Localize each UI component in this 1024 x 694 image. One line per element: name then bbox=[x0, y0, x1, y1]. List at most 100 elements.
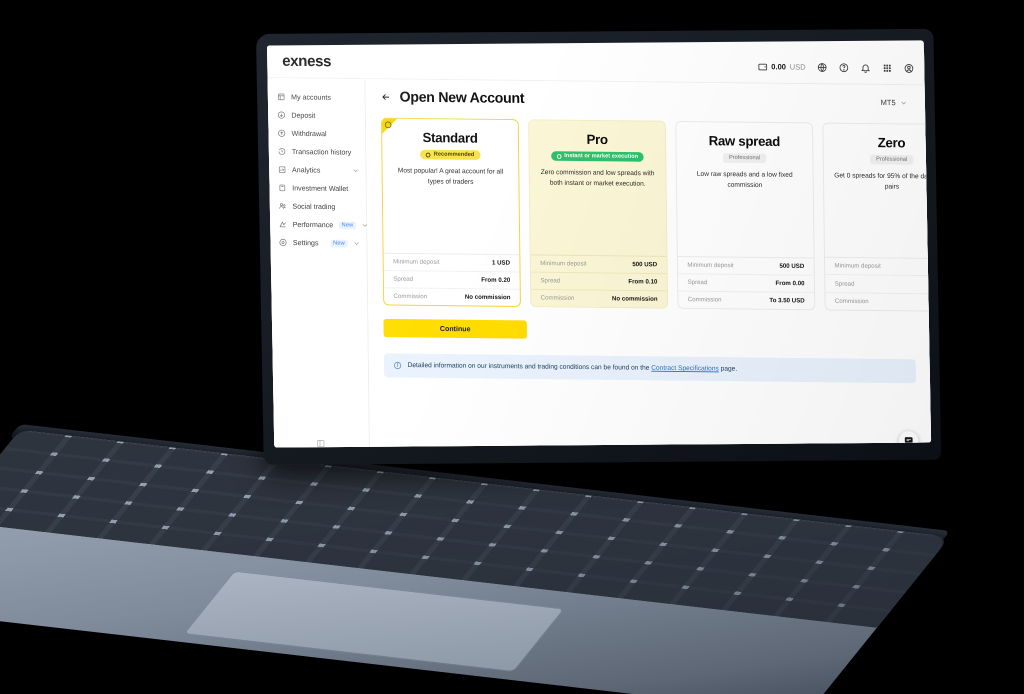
card-badge-label: Professional bbox=[876, 156, 908, 163]
platform-value: MT5 bbox=[880, 98, 896, 108]
account-card-pro[interactable]: Pro Instant or market execution Zero com… bbox=[528, 119, 669, 309]
deposit-icon bbox=[277, 111, 286, 120]
sidebar-item-withdrawal[interactable]: Withdrawal bbox=[268, 124, 365, 143]
spec-row: Spread From 0.10 bbox=[530, 272, 667, 292]
spec-key: Commission bbox=[687, 296, 722, 304]
sidebar-item-settings[interactable]: Settings New bbox=[269, 233, 366, 252]
spec-row: Minimum deposit 500 USD bbox=[677, 257, 814, 276]
sidebar-item-performance[interactable]: Performance New bbox=[269, 215, 368, 234]
chevron-down-icon bbox=[900, 99, 907, 106]
spec-key: Minimum deposit bbox=[834, 262, 881, 270]
account-card-standard[interactable]: Standard Recommended Most popular! A gre… bbox=[380, 117, 521, 307]
sidebar-item-transaction-history[interactable]: Transaction history bbox=[268, 142, 365, 161]
wallet-icon bbox=[278, 184, 287, 193]
sidebar-item-label: Social trading bbox=[292, 201, 336, 212]
card-badge-label: Instant or market execution bbox=[564, 153, 639, 160]
balance-indicator[interactable]: 0.00 USD bbox=[757, 61, 806, 72]
sidebar-collapse-row bbox=[272, 433, 369, 448]
exness-web-app: exness 0.00 USD My accounts Deposit With… bbox=[266, 45, 932, 448]
spec-value: From 0.20 bbox=[481, 276, 511, 284]
card-badge: Recommended bbox=[420, 149, 481, 160]
balance-currency: USD bbox=[789, 62, 806, 72]
spec-row: Minimum deposit 500 USD bbox=[530, 255, 667, 275]
spec-key: Spread bbox=[393, 275, 414, 283]
spec-value: 1 USD bbox=[491, 259, 511, 267]
grid-apps-icon[interactable] bbox=[882, 63, 893, 74]
social-icon bbox=[278, 202, 287, 211]
check-circle-icon bbox=[426, 152, 431, 157]
globe-icon[interactable] bbox=[817, 62, 828, 73]
spec-row: Commission No commission bbox=[384, 288, 520, 306]
laptop-lid: exness 0.00 USD My accounts Deposit With… bbox=[256, 28, 942, 465]
sidebar-nav-list: My accounts Deposit Withdrawal Transacti… bbox=[267, 88, 368, 434]
sidebar-item-my-accounts[interactable]: My accounts bbox=[267, 88, 364, 107]
account-card-raw-spread[interactable]: Raw spread Professional Low raw spreads … bbox=[675, 120, 816, 311]
spec-value: No commission bbox=[464, 293, 511, 302]
sidebar-item-investment-wallet[interactable]: Investment Wallet bbox=[269, 179, 366, 198]
sidebar-item-social-trading[interactable]: Social trading bbox=[269, 197, 366, 216]
card-title: Pro bbox=[586, 131, 608, 147]
topbar-actions: 0.00 USD bbox=[757, 61, 914, 73]
card-badge: Professional bbox=[723, 153, 766, 164]
card-header: Standard Recommended Most popular! A gre… bbox=[382, 119, 519, 255]
performance-icon bbox=[278, 220, 287, 229]
account-card-zero[interactable]: Zero Professional Get 0 spreads for 95% … bbox=[822, 122, 932, 312]
app-body: My accounts Deposit Withdrawal Transacti… bbox=[267, 78, 932, 448]
card-header: Raw spread Professional Low raw spreads … bbox=[676, 122, 813, 258]
continue-button[interactable]: Continue bbox=[383, 318, 527, 339]
card-header: Pro Instant or market execution Zero com… bbox=[529, 120, 666, 256]
card-badge: Instant or market execution bbox=[550, 151, 644, 162]
laptop-mockup-scene: exness 0.00 USD My accounts Deposit With… bbox=[0, 0, 1024, 694]
spec-key: Spread bbox=[687, 279, 708, 287]
arrow-left-icon[interactable] bbox=[381, 92, 392, 103]
spec-value: No commission bbox=[611, 295, 658, 303]
sidebar-item-label: Investment Wallet bbox=[292, 183, 349, 193]
spec-row: Spread bbox=[825, 274, 932, 295]
spec-row: Commission bbox=[825, 293, 931, 311]
info-text-after: page. bbox=[720, 365, 738, 373]
spec-value: To 3.50 USD bbox=[769, 297, 805, 305]
chat-support-button[interactable] bbox=[898, 430, 919, 448]
contract-specifications-link[interactable]: Contract Specifications bbox=[651, 365, 719, 372]
card-title: Raw spread bbox=[708, 132, 781, 149]
card-title: Zero bbox=[877, 134, 906, 151]
check-circle-icon bbox=[556, 153, 562, 159]
spec-row: Spread From 0.20 bbox=[383, 270, 520, 290]
settings-icon bbox=[279, 238, 288, 247]
spec-row: Minimum deposit 1 USD bbox=[383, 253, 520, 273]
spec-row: Minimum deposit bbox=[824, 257, 932, 277]
card-description: Get 0 spreads for 95% of the day on 30 p… bbox=[834, 172, 932, 191]
platform-selector[interactable]: MT5 bbox=[875, 95, 913, 110]
card-specs: Minimum deposit 500 USD Spread From 0.00… bbox=[677, 256, 815, 310]
card-badge-label: Professional bbox=[728, 155, 761, 162]
spec-key: Commission bbox=[540, 294, 575, 302]
sidebar-item-deposit[interactable]: Deposit bbox=[268, 106, 365, 125]
spec-row: Commission To 3.50 USD bbox=[678, 291, 814, 309]
card-description: Low raw spreads and a low fixed commissi… bbox=[696, 170, 793, 189]
collapse-sidebar-icon[interactable] bbox=[316, 439, 326, 448]
card-specs: Minimum deposit 1 USD Spread From 0.20 C… bbox=[383, 252, 520, 307]
user-account-icon[interactable] bbox=[904, 63, 915, 74]
page-header: Open New Account MT5 bbox=[381, 89, 928, 111]
sidebar-item-label: Transaction history bbox=[291, 147, 352, 157]
exness-logo[interactable]: exness bbox=[282, 53, 331, 71]
bell-icon[interactable] bbox=[860, 63, 871, 74]
withdrawal-icon bbox=[277, 129, 286, 138]
analytics-icon bbox=[278, 165, 287, 174]
sidebar-item-label: Settings bbox=[292, 238, 319, 248]
history-icon bbox=[278, 147, 287, 156]
help-circle-icon[interactable] bbox=[839, 62, 850, 73]
wallet-icon bbox=[757, 61, 768, 72]
card-description: Most popular! A great account for all ty… bbox=[397, 167, 504, 186]
sidebar-item-analytics[interactable]: Analytics bbox=[268, 160, 365, 179]
card-description: Zero commission and low spreads with bot… bbox=[540, 169, 655, 188]
page-title: Open New Account bbox=[399, 89, 525, 107]
main-content: Open New Account MT5 Standard Recommende… bbox=[365, 79, 932, 448]
account-type-cards: Standard Recommended Most popular! A gre… bbox=[380, 117, 932, 312]
sidebar: My accounts Deposit Withdrawal Transacti… bbox=[267, 78, 370, 448]
recommended-ribbon-icon bbox=[381, 118, 398, 135]
info-circle-icon bbox=[393, 361, 402, 370]
sidebar-item-label: My accounts bbox=[291, 92, 331, 102]
spec-key: Spread bbox=[834, 280, 855, 288]
chevron-down-icon bbox=[352, 167, 359, 174]
